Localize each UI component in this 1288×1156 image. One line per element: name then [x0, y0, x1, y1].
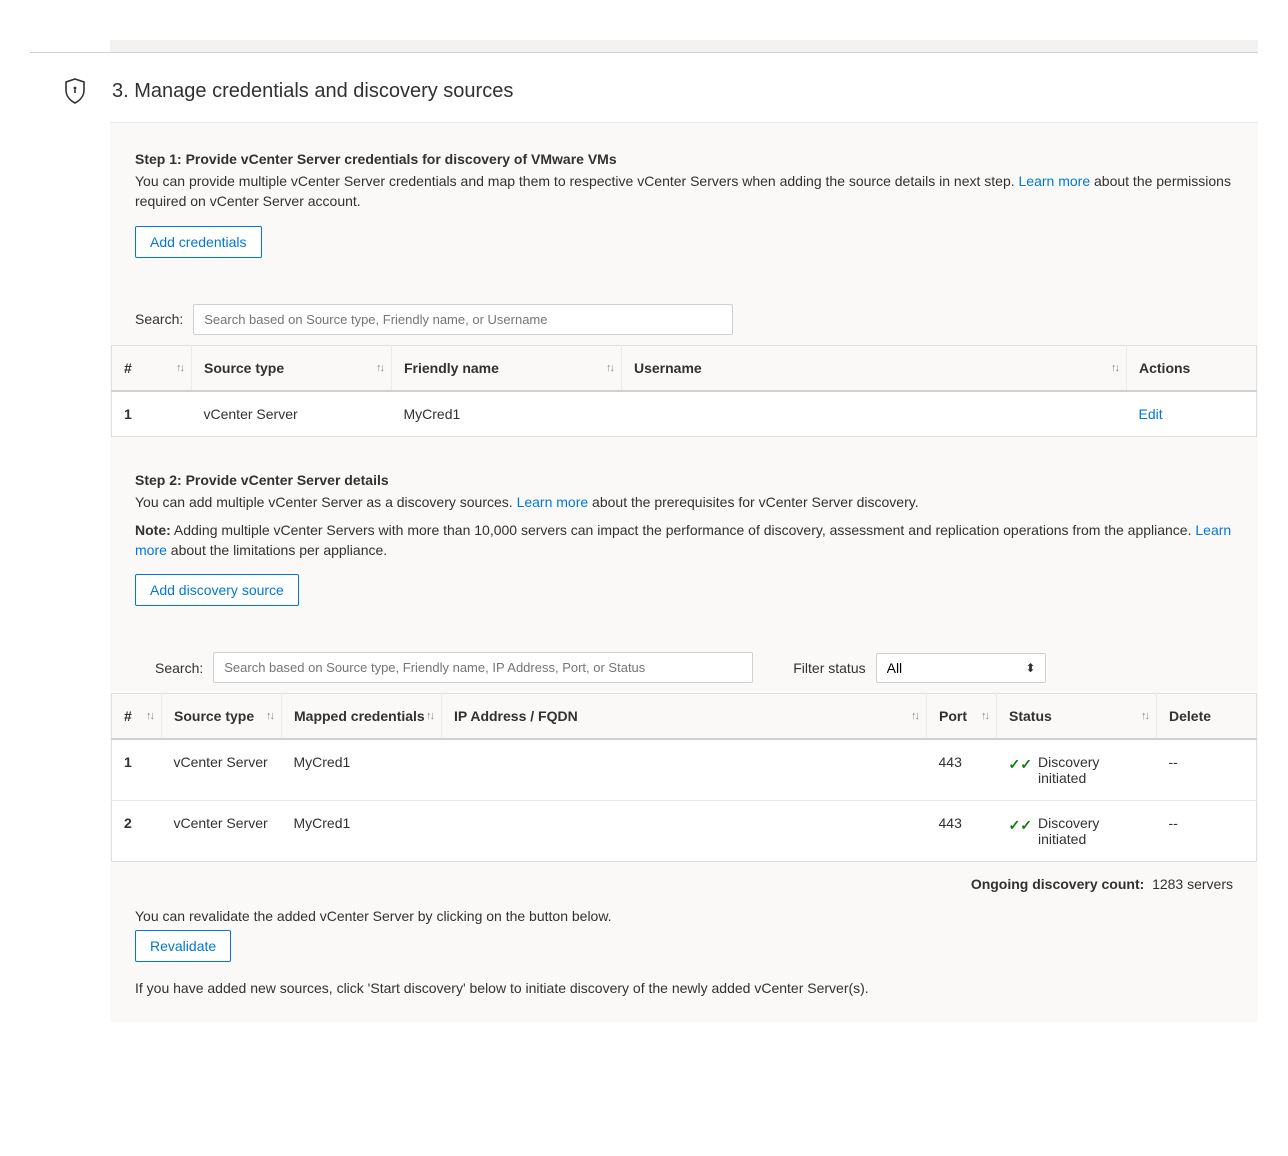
edit-link[interactable]: Edit [1139, 406, 1163, 422]
col-ip[interactable]: IP Address / FQDN↑↓ [442, 694, 927, 740]
col-source-type[interactable]: Source type↑↓ [192, 345, 392, 391]
col-num[interactable]: #↑↓ [112, 345, 192, 391]
step1-desc-a: You can provide multiple vCenter Server … [135, 173, 1019, 189]
note-b: about the limitations per appliance. [167, 542, 387, 558]
col-port[interactable]: Port↑↓ [927, 694, 997, 740]
step2-desc-a: You can add multiple vCenter Server as a… [135, 494, 517, 510]
step1-block: Step 1: Provide vCenter Server credentia… [110, 151, 1258, 274]
credentials-table: #↑↓ Source type↑↓ Friendly name↑↓ Userna… [111, 345, 1257, 437]
cell-port: 443 [927, 739, 997, 801]
ongoing-discovery-row: Ongoing discovery count: 1283 servers [110, 862, 1258, 902]
col-username[interactable]: Username↑↓ [622, 345, 1127, 391]
cell-port: 443 [927, 801, 997, 862]
step2-title: Step 2: Provide vCenter Server details [135, 472, 1233, 488]
note-a: Adding multiple vCenter Servers with mor… [171, 522, 1196, 538]
step2-search-filter-row: Search: Filter status All ⬍ [110, 652, 1258, 683]
cell-delete: -- [1157, 801, 1257, 862]
col-num[interactable]: #↑↓ [112, 694, 162, 740]
table-row: 2 vCenter Server MyCred1 443 ✓✓Discovery… [112, 801, 1257, 862]
note-label: Note: [135, 522, 171, 538]
col-status[interactable]: Status↑↓ [997, 694, 1157, 740]
cell-mapped-credentials: MyCred1 [282, 801, 442, 862]
col-source-type[interactable]: Source type↑↓ [162, 694, 282, 740]
content-panel: Step 1: Provide vCenter Server credentia… [110, 122, 1258, 1022]
cell-num: 1 [112, 739, 162, 801]
step1-title: Step 1: Provide vCenter Server credentia… [135, 151, 1233, 167]
sources-table: #↑↓ Source type↑↓ Mapped credentials↑↓ I… [111, 693, 1257, 862]
step1-search-input[interactable] [193, 304, 733, 335]
cell-num: 2 [112, 801, 162, 862]
sort-icon: ↑↓ [176, 362, 183, 374]
start-discovery-text: If you have added new sources, click 'St… [110, 980, 1258, 996]
page-title: 3. Manage credentials and discovery sour… [112, 80, 513, 103]
cell-status: ✓✓Discovery initiated [997, 739, 1157, 801]
cell-num: 1 [112, 391, 192, 437]
step2-search-label: Search: [155, 660, 203, 676]
cell-ip [442, 739, 927, 801]
step1-search-row: Search: [110, 304, 1258, 335]
cell-friendly-name: MyCred1 [392, 391, 622, 437]
shield-icon [60, 78, 90, 104]
cell-ip [442, 801, 927, 862]
cell-source-type: vCenter Server [192, 391, 392, 437]
double-check-icon: ✓✓ [1009, 817, 1032, 834]
col-friendly-name[interactable]: Friendly name↑↓ [392, 345, 622, 391]
sort-icon: ↑↓ [911, 710, 918, 722]
step2-description: You can add multiple vCenter Server as a… [135, 492, 1233, 512]
cell-status: ✓✓Discovery initiated [997, 801, 1157, 862]
step2-desc-b: about the prerequisites for vCenter Serv… [588, 494, 918, 510]
sort-icon: ↑↓ [1141, 710, 1148, 722]
cell-mapped-credentials: MyCred1 [282, 739, 442, 801]
cell-delete: -- [1157, 739, 1257, 801]
col-mapped-credentials[interactable]: Mapped credentials↑↓ [282, 694, 442, 740]
step2-note: Note: Adding multiple vCenter Servers wi… [135, 520, 1233, 561]
step2-block: Step 2: Provide vCenter Server details Y… [110, 472, 1258, 623]
sort-icon: ↑↓ [981, 710, 988, 722]
step2-learn-more-link[interactable]: Learn more [517, 494, 589, 510]
revalidate-button[interactable]: Revalidate [135, 930, 231, 962]
ongoing-value: 1283 servers [1152, 876, 1233, 892]
sort-icon: ↑↓ [606, 362, 613, 374]
sort-icon: ↑↓ [266, 710, 273, 722]
filter-status-label: Filter status [793, 660, 865, 676]
sort-icon: ↑↓ [376, 362, 383, 374]
cell-username [622, 391, 1127, 437]
top-spacer [110, 40, 1258, 52]
sort-icon: ↑↓ [146, 710, 153, 722]
ongoing-label: Ongoing discovery count: [971, 876, 1144, 892]
double-check-icon: ✓✓ [1009, 756, 1032, 773]
table-row: 1 vCenter Server MyCred1 443 ✓✓Discovery… [112, 739, 1257, 801]
add-discovery-source-button[interactable]: Add discovery source [135, 574, 299, 606]
col-actions: Actions [1127, 345, 1257, 391]
step1-learn-more-link[interactable]: Learn more [1019, 173, 1091, 189]
step1-search-label: Search: [135, 311, 183, 327]
step2-search-input[interactable] [213, 652, 753, 683]
cell-source-type: vCenter Server [162, 739, 282, 801]
col-delete: Delete [1157, 694, 1257, 740]
filter-status-select[interactable]: All [876, 653, 1046, 683]
table-row: 1 vCenter Server MyCred1 Edit [112, 391, 1257, 437]
filter-status-select-wrap: All ⬍ [876, 653, 1046, 683]
sort-icon: ↑↓ [426, 710, 433, 722]
add-credentials-button[interactable]: Add credentials [135, 226, 262, 258]
revalidate-text: You can revalidate the added vCenter Ser… [110, 908, 1258, 924]
sort-icon: ↑↓ [1111, 362, 1118, 374]
step1-description: You can provide multiple vCenter Server … [135, 171, 1233, 212]
divider [30, 52, 1258, 53]
cell-source-type: vCenter Server [162, 801, 282, 862]
page-header: 3. Manage credentials and discovery sour… [30, 78, 1258, 104]
